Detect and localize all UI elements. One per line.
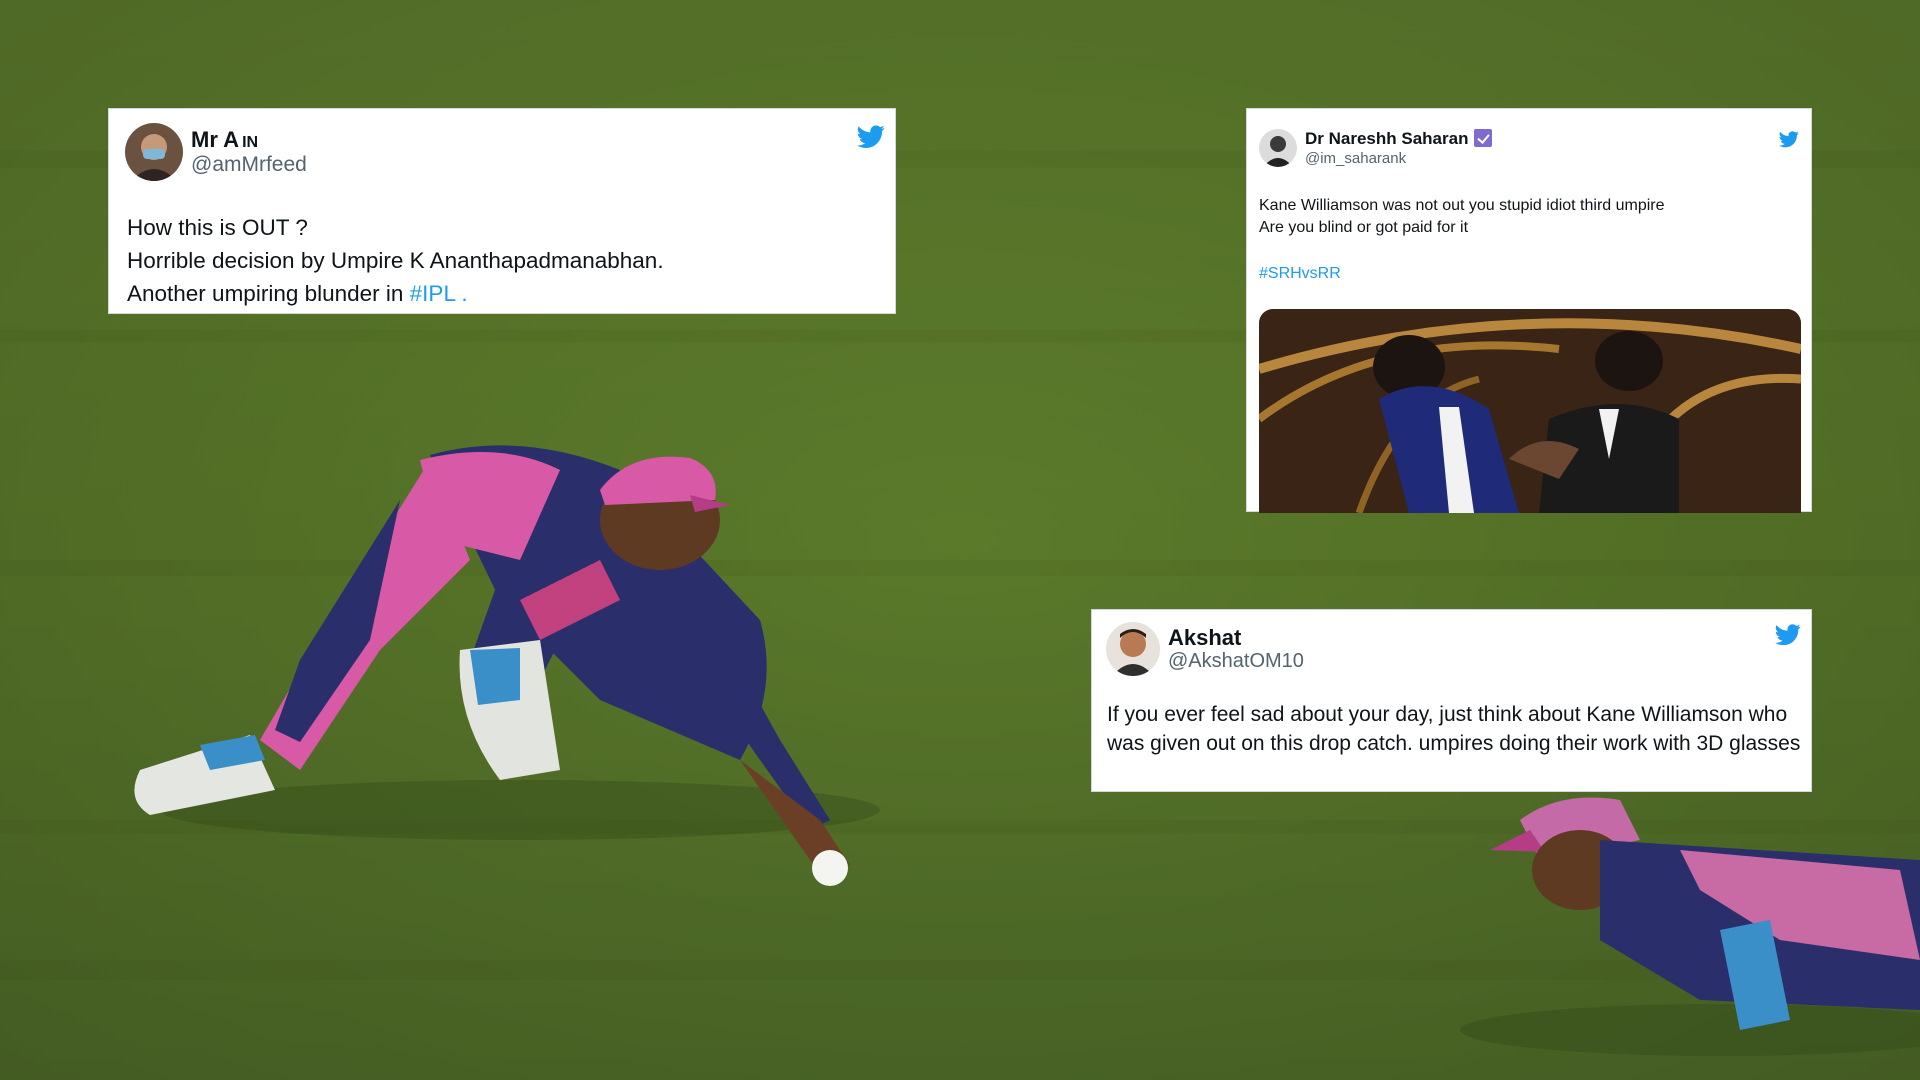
- tweet-card[interactable]: Dr Nareshh Saharan @im_saharank Kane Wil…: [1246, 108, 1812, 513]
- display-name[interactable]: Dr Nareshh Saharan: [1305, 129, 1468, 148]
- tweet-card[interactable]: Akshat @AkshatOM10 If you ever feel sad …: [1091, 609, 1812, 792]
- tweet-line: Horrible decision by Umpire K Ananthapad…: [127, 248, 664, 273]
- display-name[interactable]: Mr A: [191, 127, 239, 152]
- handle[interactable]: @im_saharank: [1305, 150, 1492, 167]
- tweet-text: How this is OUT ? Horrible decision by U…: [127, 211, 664, 310]
- handle[interactable]: @amMrfeed: [191, 153, 307, 177]
- handle[interactable]: @AkshatOM10: [1168, 650, 1304, 673]
- tweet-header: Akshat @AkshatOM10: [1106, 622, 1304, 676]
- tweet-header: Dr Nareshh Saharan @im_saharank: [1259, 129, 1493, 167]
- flag-label: IN: [242, 134, 259, 152]
- twitter-bird-icon[interactable]: [1775, 624, 1801, 646]
- tweet-header: Mr A IN @amMrfeed: [125, 123, 307, 181]
- avatar[interactable]: [125, 123, 183, 181]
- tweet-line: How this is OUT ?: [127, 215, 308, 240]
- tweet-text: If you ever feel sad about your day, jus…: [1107, 703, 1801, 755]
- twitter-bird-icon[interactable]: [857, 125, 885, 149]
- display-name[interactable]: Akshat: [1168, 625, 1304, 650]
- avatar[interactable]: [1106, 622, 1160, 676]
- tweet-line: Another umpiring blunder in: [127, 281, 410, 306]
- twitter-bird-icon[interactable]: [1779, 131, 1799, 148]
- avatar[interactable]: [1259, 129, 1297, 167]
- tweet-media-image[interactable]: [1259, 309, 1801, 513]
- hashtag-link[interactable]: #SRHvsRR: [1259, 263, 1665, 285]
- tweet-line: Kane Williamson was not out you stupid i…: [1259, 197, 1665, 214]
- verified-badge-icon: [1474, 129, 1493, 148]
- hashtag-link[interactable]: #IPL .: [410, 281, 468, 306]
- tweet-text: Kane Williamson was not out you stupid i…: [1259, 195, 1665, 285]
- tweet-card[interactable]: Mr A IN @amMrfeed How this is OUT ? Horri…: [108, 108, 896, 314]
- tweet-line: Are you blind or got paid for it: [1259, 219, 1469, 236]
